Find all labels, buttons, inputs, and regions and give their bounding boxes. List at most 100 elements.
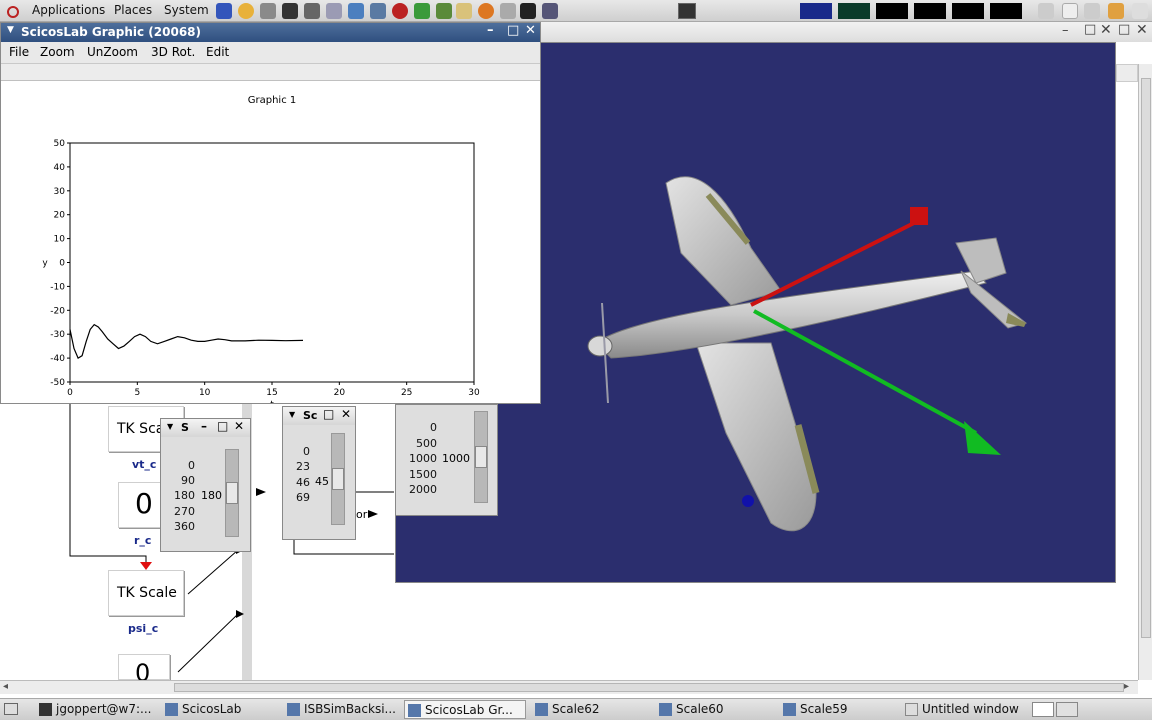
launcher-icon[interactable] [370,3,386,19]
task-scale62[interactable]: Scale62 [532,700,652,719]
menu-3d-rot[interactable]: 3D Rot. [151,45,195,59]
launcher-icon[interactable] [216,3,232,19]
task-terminal[interactable]: jgoppert@w7:... [36,700,156,719]
menu-unzoom[interactable]: UnZoom [87,45,138,59]
scale-value: 45 [315,475,329,488]
task-isbsim[interactable]: ISBSimBacksi... [284,700,402,719]
task-scicoslab-graphic[interactable]: ScicosLab Gr... [404,700,526,719]
applications-menu[interactable]: Applications [32,3,105,17]
y-tick-label: 50 [54,139,66,149]
scale-slider-thumb[interactable] [475,446,487,468]
maximize-icon[interactable]: □ [323,407,334,421]
scale-trough[interactable] [474,411,488,503]
scale-trough[interactable] [331,433,345,525]
scale-window[interactable]: ▼ S – □ ✕ 0 90 180 270 360 180 [160,418,251,552]
task-label: Scale59 [800,702,848,716]
launcher-icon[interactable] [456,3,472,19]
scale-window-title: Sc [303,409,318,422]
graphic-window[interactable]: ▼ ScicosLab Graphic (20068) – □ ✕ File Z… [0,22,541,404]
launcher-icon[interactable] [260,3,276,19]
gnome-foot-icon[interactable] [6,3,20,19]
scale-tick: 1000 [409,452,437,465]
scale-window[interactable]: ▼ Sc □ ✕ 0 23 46 69 45 [282,406,356,540]
scale-trough[interactable] [225,449,239,537]
tray-icon[interactable] [1108,3,1124,19]
scale-window[interactable]: 0 500 1000 1500 2000 1000 [395,404,498,516]
scale-tick: 69 [296,491,310,504]
scale-window-titlebar[interactable]: ▼ S – □ ✕ [161,419,250,437]
scale-window-titlebar[interactable]: ▼ Sc □ ✕ [283,407,355,425]
workspace-switcher-2[interactable] [1056,702,1078,717]
maximize-icon[interactable]: □ [1084,22,1096,37]
maximize-icon[interactable]: □ [217,419,228,433]
scale-tick: 0 [303,445,310,458]
launcher-icon[interactable] [414,3,430,19]
minimize-icon[interactable]: – [1062,23,1069,38]
tray-icon[interactable] [1062,3,1078,19]
y-tick-label: 30 [54,187,66,197]
scale-tick: 90 [181,474,195,487]
system-menu[interactable]: System [164,3,209,17]
terminal-icon[interactable] [678,3,696,19]
or-label: or [356,508,368,521]
task-scale60[interactable]: Scale60 [656,700,776,719]
close-icon[interactable]: ✕ [341,407,351,421]
launcher-icon[interactable] [348,3,364,19]
task-scicoslab[interactable]: ScicosLab [162,700,282,719]
close-icon[interactable]: ✕ [1136,22,1148,38]
scale-value: 180 [201,489,222,502]
vertical-scrollbar[interactable] [1138,64,1152,680]
task-label: ISBSimBacksi... [304,702,396,716]
launcher-icon[interactable] [520,3,536,19]
launcher-icon[interactable] [542,3,558,19]
launcher-icon[interactable] [304,3,320,19]
menu-file[interactable]: File [9,45,29,59]
close-icon[interactable]: ✕ [1100,22,1112,38]
horizontal-scrollbar[interactable]: ◂ ▸ [0,680,1138,694]
window-menu-icon[interactable]: ▼ [289,410,295,419]
task-untitled-window[interactable]: Untitled window [902,700,1026,719]
y-tick-label: -50 [50,378,65,388]
tk-scale-block[interactable]: TK Scale [108,570,184,616]
scrollbar-thumb[interactable] [1141,78,1151,638]
tray-icon[interactable] [1132,3,1148,19]
tray-icon[interactable] [1038,3,1054,19]
scicoslab-icon [287,703,300,716]
task-label: jgoppert@w7:... [56,702,152,716]
minimize-icon[interactable]: – [201,419,207,433]
maximize-icon[interactable]: □ [507,23,519,38]
scroll-left-icon[interactable]: ◂ [3,681,8,692]
window-menu-icon[interactable]: ▼ [7,25,14,35]
scrollbar-thumb[interactable] [174,683,1124,692]
scroll-right-icon[interactable]: ▸ [1124,681,1129,692]
scale-tick: 1500 [409,468,437,481]
display-block[interactable]: 0 [118,654,170,687]
close-icon[interactable]: ✕ [525,23,536,38]
menu-zoom[interactable]: Zoom [40,45,75,59]
scale-value: 1000 [442,452,470,465]
background-window-titlebar[interactable]: – □ ✕ □ ✕ [540,22,1152,42]
workspace-switcher-1[interactable] [1032,702,1054,717]
graphic-window-titlebar[interactable]: ▼ ScicosLab Graphic (20068) – □ ✕ [1,23,540,42]
task-scale59[interactable]: Scale59 [780,700,898,719]
minimize-icon[interactable]: – [487,23,494,38]
scale-slider-thumb[interactable] [332,468,344,490]
maximize-icon[interactable]: □ [1118,22,1130,37]
scale-tick: 180 [174,489,195,502]
swap-monitor [914,3,946,19]
launcher-icon[interactable] [478,3,494,19]
menu-edit[interactable]: Edit [206,45,229,59]
tray-icon[interactable] [1084,3,1100,19]
launcher-icon[interactable] [238,3,254,19]
launcher-icon[interactable] [282,3,298,19]
launcher-icon[interactable] [436,3,452,19]
window-menu-icon[interactable]: ▼ [167,422,173,431]
launcher-icon[interactable] [392,3,408,19]
close-icon[interactable]: ✕ [234,419,244,433]
show-desktop-icon[interactable] [4,703,18,715]
plot-area: Graphic 1 t y 0 5 10 15 20 25 30 50 40 30 20 10 0 -10 -20… [42,95,480,403]
places-menu[interactable]: Places [114,3,152,17]
launcher-icon[interactable] [500,3,516,19]
launcher-icon[interactable] [326,3,342,19]
scale-slider-thumb[interactable] [226,482,238,504]
